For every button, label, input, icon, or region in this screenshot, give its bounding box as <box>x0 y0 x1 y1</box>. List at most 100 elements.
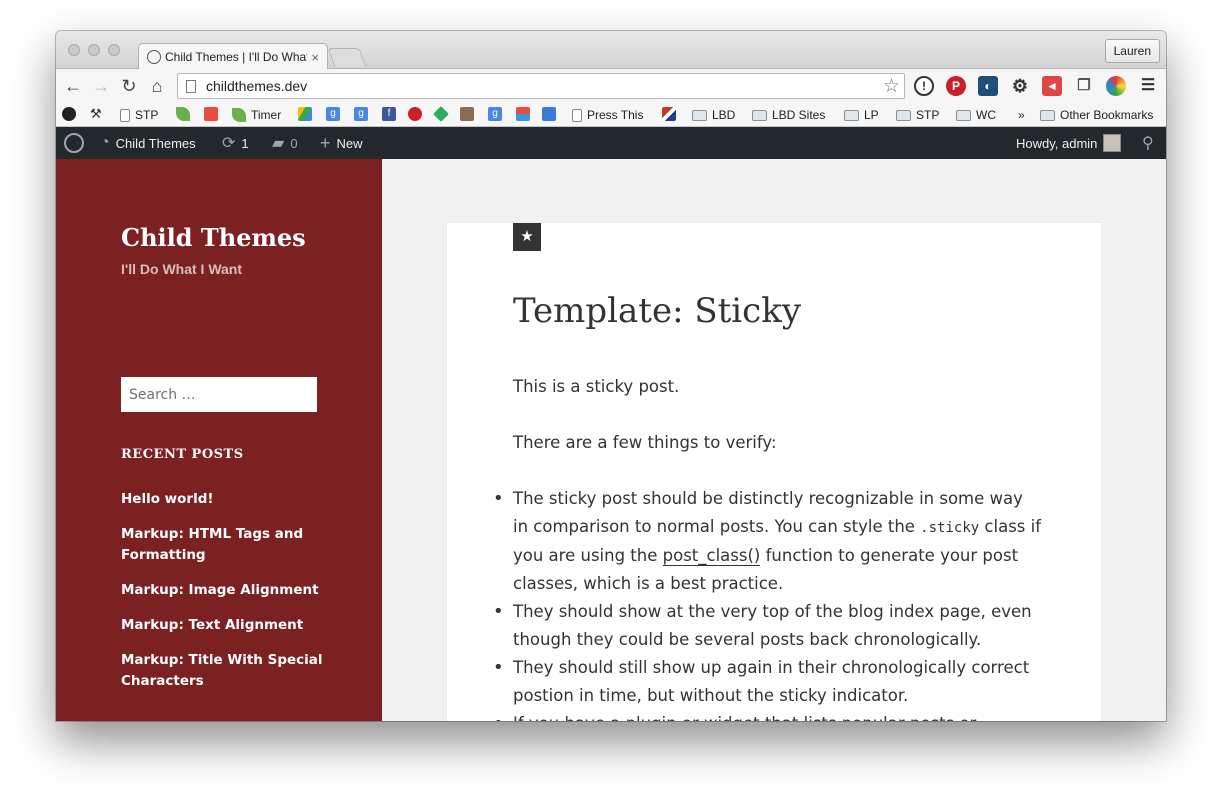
shield-extension-icon[interactable]: ◐ <box>978 76 998 96</box>
browser-toolbar: ← → ↻ ⌂ childthemes.dev ☆ ! P ◐ ⚙ ◄ ❐ ☰ <box>56 69 1166 103</box>
bookmark-folder-wc[interactable]: WC <box>956 107 996 123</box>
google-icon: g <box>354 107 368 121</box>
search-input[interactable] <box>121 377 317 412</box>
bookmark-label: LP <box>864 108 879 122</box>
bookmark-folder-lbd-sites[interactable]: LBD Sites <box>752 107 825 123</box>
bookmark-facebook[interactable]: f <box>382 107 401 121</box>
bookmark-instagram[interactable] <box>460 107 479 121</box>
bookmark-label: WC <box>976 108 996 122</box>
bookmark-google-2[interactable]: g <box>354 107 373 121</box>
wp-admin-bar: ◔ Child Themes ⟳ 1 ▰ 0 + New Howdy, admi… <box>56 127 1166 159</box>
gear-extension-icon[interactable]: ⚙ <box>1010 76 1030 96</box>
admin-bar-new-content[interactable]: + New <box>320 127 363 159</box>
inline-code: .sticky <box>920 520 980 536</box>
pinterest-extension-icon[interactable]: P <box>946 76 966 96</box>
bookmark-tool[interactable]: ⚒ <box>90 107 109 121</box>
onepassword-extension-icon[interactable]: ! <box>914 76 934 96</box>
bookmark-flag[interactable] <box>662 107 681 121</box>
page-content: Child Themes I'll Do What I Want RECENT … <box>56 159 1166 721</box>
bookmark-label: LBD <box>712 108 736 122</box>
sticky-star-icon: ★ <box>513 223 541 251</box>
url-text: childthemes.dev <box>206 78 308 94</box>
admin-bar-my-account[interactable]: Howdy, admin <box>1016 127 1122 159</box>
bookmark-folder-stp[interactable]: STP <box>896 107 939 123</box>
admin-bar-site-name[interactable]: ◔ Child Themes <box>100 127 196 159</box>
admin-bar-search[interactable]: ⚲ <box>1142 127 1154 159</box>
close-tab-icon[interactable]: × <box>311 50 319 65</box>
bookmark-timer[interactable]: Timer <box>232 107 281 123</box>
close-window-button[interactable] <box>68 44 80 56</box>
bookmark-mail[interactable] <box>542 107 561 121</box>
tab-strip: Child Themes | I'll Do What × Lauren <box>56 31 1166 70</box>
bookmark-label: Press This <box>587 108 644 122</box>
page-icon <box>120 108 130 122</box>
wordpress-logo-icon <box>64 133 84 153</box>
chart-icon <box>516 107 530 121</box>
wp-logo-menu[interactable] <box>64 127 84 159</box>
tabs-extension-icon[interactable]: ❐ <box>1074 76 1094 96</box>
comments-count: 0 <box>290 135 298 151</box>
list-item: If you have a plugin or widget that list… <box>493 710 1043 721</box>
zoom-window-button[interactable] <box>108 44 120 56</box>
bookmark-google-3[interactable]: g <box>488 107 507 121</box>
site-name-label: Child Themes <box>115 135 196 151</box>
bookmark-star-icon[interactable]: ☆ <box>883 75 900 98</box>
instagram-icon <box>460 107 474 121</box>
bookmark-folder-lbd[interactable]: LBD <box>692 107 735 123</box>
leaf-icon <box>232 108 246 122</box>
home-icon[interactable]: ⌂ <box>146 75 168 97</box>
minimize-window-button[interactable] <box>88 44 100 56</box>
bookmark-label: STP <box>916 108 940 122</box>
bookmark-press-this[interactable]: Press This <box>572 107 643 123</box>
browser-tab-active[interactable]: Child Themes | I'll Do What × <box>138 43 328 70</box>
tag-extension-icon[interactable]: ◄ <box>1042 76 1062 96</box>
avatar <box>1103 134 1122 152</box>
bookmark-folder-lp[interactable]: LP <box>844 107 879 123</box>
bookmark-chart[interactable] <box>516 107 535 121</box>
folder-icon <box>956 109 971 121</box>
recent-post-link[interactable]: Markup: HTML Tags and Formatting <box>121 524 331 566</box>
bookmark-red[interactable] <box>204 107 223 121</box>
reload-icon[interactable]: ↻ <box>118 75 140 97</box>
color-picker-extension-icon[interactable] <box>1106 76 1126 96</box>
bookmark-green[interactable] <box>433 106 453 122</box>
menu-icon[interactable]: ☰ <box>1138 76 1158 96</box>
bookmark-label: STP <box>135 108 159 122</box>
recent-post-link[interactable]: Markup: Title With Special Characters <box>121 650 331 692</box>
browser-window: Child Themes | I'll Do What × Lauren ← →… <box>56 31 1166 721</box>
howdy-label: Howdy, admin <box>1016 135 1098 151</box>
bookmark-folder-other[interactable]: Other Bookmarks <box>1040 107 1153 123</box>
bookmark-stp[interactable]: STP <box>120 107 158 123</box>
bookmark-pinterest[interactable] <box>408 107 427 121</box>
post-class-link[interactable]: post_class() <box>662 546 761 566</box>
folder-icon <box>1040 109 1055 121</box>
bookmark-google-1[interactable]: g <box>326 107 345 121</box>
post-list: The sticky post should be distinctly rec… <box>493 485 1043 721</box>
google-icon: g <box>488 107 502 121</box>
post-paragraph: There are a few things to verify: <box>513 433 777 452</box>
bookmark-red-icon <box>204 107 218 121</box>
address-bar[interactable]: childthemes.dev ☆ <box>177 73 905 99</box>
new-tab-button[interactable] <box>327 48 367 67</box>
admin-bar-comments[interactable]: ▰ 0 <box>272 127 298 159</box>
bookmark-wordpress[interactable] <box>62 107 81 121</box>
bookmark-leaf[interactable] <box>176 107 195 121</box>
bookmark-label: Timer <box>251 108 282 122</box>
recent-posts-heading: RECENT POSTS <box>121 447 244 462</box>
forward-arrow-icon[interactable]: → <box>90 75 112 97</box>
recent-post-link[interactable]: Markup: Text Alignment <box>121 615 331 636</box>
wrench-icon: ⚒ <box>90 106 102 121</box>
pinterest-icon <box>408 107 422 121</box>
bookmark-drive[interactable] <box>298 107 317 121</box>
recent-post-link[interactable]: Markup: Image Alignment <box>121 580 331 601</box>
facebook-icon: f <box>382 107 396 121</box>
dashboard-icon: ◔ <box>100 134 110 151</box>
bookmarks-overflow-button[interactable]: » <box>1018 107 1025 123</box>
post-title[interactable]: Template: Sticky <box>513 291 801 331</box>
recent-post-link[interactable]: Hello world! <box>121 489 331 510</box>
profile-button[interactable]: Lauren <box>1104 39 1160 63</box>
back-arrow-icon[interactable]: ← <box>62 75 84 97</box>
admin-bar-updates[interactable]: ⟳ 1 <box>222 127 249 159</box>
site-title[interactable]: Child Themes <box>121 223 306 252</box>
feedly-icon <box>433 106 449 122</box>
